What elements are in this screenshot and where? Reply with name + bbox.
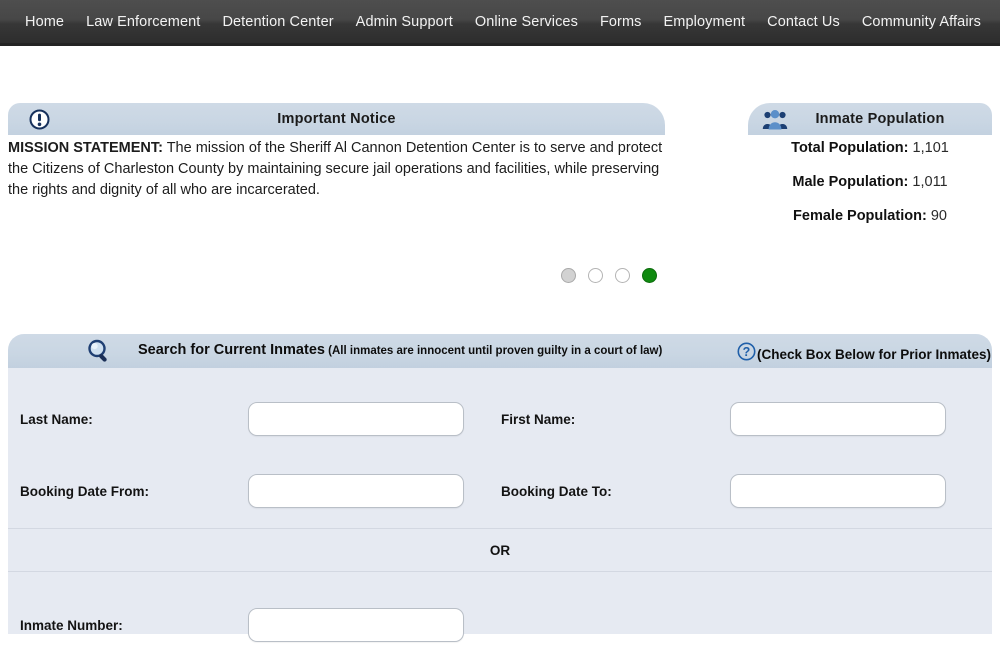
inmate-search-title-main: Search for Current Inmates [138, 342, 325, 358]
mission-statement: MISSION STATEMENT: The mission of the Sh… [8, 138, 665, 201]
question-circle-icon[interactable]: ? [737, 342, 756, 366]
booking-date-from-input[interactable] [248, 474, 464, 508]
important-notice-header: Important Notice [8, 103, 665, 135]
nav-item-online-services[interactable]: Online Services [464, 14, 589, 30]
nav-item-forms[interactable]: Forms [589, 14, 653, 30]
nav-item-community-affairs[interactable]: Community Affairs [851, 14, 992, 30]
booking-date-to-label: Booking Date To: [501, 484, 612, 499]
nav-item-contact-us[interactable]: Contact Us [756, 14, 851, 30]
inmate-search-form: Last Name: First Name: Booking Date From… [8, 368, 992, 642]
inmate-population-header: Inmate Population [748, 103, 992, 135]
inmate-population-stats: Total Population: 1,101 Male Population:… [748, 140, 992, 242]
first-name-input[interactable] [730, 402, 946, 436]
inmate-search-title: Search for Current Inmates (All inmates … [138, 342, 662, 358]
booking-date-to-input[interactable] [730, 474, 946, 508]
carousel-dot-2[interactable] [588, 268, 603, 283]
stat-female-population-value: 90 [930, 208, 947, 224]
carousel-dot-3[interactable] [615, 268, 630, 283]
form-row-booking-dates: Booking Date From: Booking Date To: [8, 462, 992, 534]
stat-male-population-label: Male Population: [792, 174, 909, 190]
important-notice-title: Important Notice [277, 111, 396, 127]
inmate-number-label: Inmate Number: [20, 618, 123, 633]
mission-statement-label: MISSION STATEMENT: [8, 140, 163, 156]
stat-total-population-value: 1,101 [912, 140, 949, 156]
carousel-dot-1[interactable] [561, 268, 576, 283]
stat-male-population: Male Population: 1,011 [748, 174, 992, 190]
last-name-label: Last Name: [20, 412, 93, 427]
svg-text:?: ? [743, 345, 751, 359]
nav-item-admin-support[interactable]: Admin Support [345, 14, 464, 30]
nav-item-detention-center[interactable]: Detention Center [211, 14, 344, 30]
nav-item-employment[interactable]: Employment [653, 14, 757, 30]
nav-item-home[interactable]: Home [14, 14, 75, 30]
inmate-search-panel: Search for Current Inmates (All inmates … [8, 334, 992, 642]
prior-inmates-note-text: (Check Box Below for Prior Inmates) [757, 346, 992, 362]
nav-item-law-enforcement[interactable]: Law Enforcement [75, 14, 211, 30]
carousel-dot-4-active[interactable] [642, 268, 657, 283]
main-navigation: Home Law Enforcement Detention Center Ad… [0, 0, 1000, 46]
people-group-icon [748, 109, 802, 130]
stat-male-population-value: 1,011 [912, 174, 948, 190]
form-row-names: Last Name: First Name: [8, 390, 992, 462]
magnifier-icon [86, 338, 112, 369]
stat-total-population: Total Population: 1,101 [748, 140, 992, 156]
stat-total-population-label: Total Population: [791, 140, 909, 156]
stat-female-population-label: Female Population: [793, 208, 927, 224]
carousel-pagination [0, 268, 1000, 283]
inmate-population-title: Inmate Population [815, 111, 945, 127]
last-name-input[interactable] [248, 402, 464, 436]
inmate-search-header: Search for Current Inmates (All inmates … [8, 334, 992, 368]
booking-date-from-label: Booking Date From: [20, 484, 150, 499]
or-divider-text: OR [489, 542, 511, 558]
stat-female-population: Female Population: 90 [748, 208, 992, 224]
prior-inmates-note: ? (Check Box Below for Prior Inmates) [737, 342, 991, 366]
first-name-label: First Name: [501, 412, 576, 427]
inmate-search-title-disclaimer: (All inmates are innocent until proven g… [324, 345, 663, 357]
or-divider: OR [8, 528, 992, 572]
form-row-inmate-number: Inmate Number: [8, 596, 992, 668]
exclamation-circle-icon [8, 109, 70, 130]
inmate-number-input[interactable] [248, 608, 464, 642]
